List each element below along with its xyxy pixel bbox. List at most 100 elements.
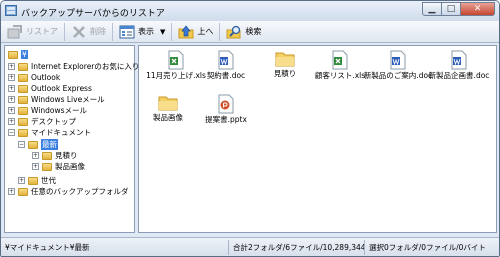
tree-item-estimates[interactable]: + 見積り xyxy=(32,150,78,161)
minimize-button[interactable]: ▁ xyxy=(422,2,442,16)
window-title: バックアップサーバからのリストア xyxy=(21,9,165,19)
tree-item-label: Windowsメール xyxy=(31,106,87,115)
tree-item-label: 見積り xyxy=(55,151,78,160)
close-icon: ✕ xyxy=(473,4,482,14)
tree-item-windows-live-mail[interactable]: + Windows Liveメール xyxy=(8,94,105,105)
search-icon xyxy=(226,25,241,38)
expand-icon[interactable]: + xyxy=(8,188,15,195)
folder-icon xyxy=(18,95,28,104)
file-item[interactable]: 新製品企画書.doc xyxy=(424,50,494,80)
tree-item-label: Outlook xyxy=(31,73,61,82)
excel-file-icon xyxy=(168,50,184,70)
file-name: 見積り xyxy=(273,69,297,78)
restore-label: リストア xyxy=(26,27,58,36)
toolbar-divider xyxy=(112,22,113,41)
tree-item-outlook[interactable]: + Outlook xyxy=(8,72,60,83)
powerpoint-file-icon xyxy=(218,94,234,114)
file-item[interactable]: 提案書.pptx xyxy=(191,94,261,124)
file-item[interactable]: 新製品のご案内.doc xyxy=(363,50,433,80)
tree-item-label: 任意のバックアップフォルダ xyxy=(31,187,129,196)
tree-item-label: ¥ xyxy=(21,50,28,59)
app-icon xyxy=(5,5,17,16)
status-bar: ¥マイドキュメント¥最新 合計2フォルダ/6ファイル/10,289,344バ 選… xyxy=(1,237,499,256)
up-button[interactable]: 上へ xyxy=(175,23,216,41)
tree-item-latest[interactable]: − 最新 xyxy=(18,139,58,150)
delete-button[interactable]: 削除 xyxy=(68,23,109,41)
toolbar-divider xyxy=(219,22,221,41)
tree-item-label: 製品画像 xyxy=(55,162,85,171)
toolbar: リストア 削除 表示 ▼ 上へ 検索 xyxy=(1,21,499,43)
expand-icon[interactable]: + xyxy=(8,96,15,103)
folder-icon xyxy=(28,176,38,185)
tree-item-my-documents[interactable]: − マイドキュメント xyxy=(8,127,91,138)
file-list[interactable]: 11月売り上げ.xls 契約書.doc 見積り 顧客リスト.xls 新製品のご案… xyxy=(138,45,497,233)
view-icon xyxy=(119,25,135,38)
tree-item-outlook-express[interactable]: + Outlook Express xyxy=(8,83,92,94)
view-label: 表示 xyxy=(138,27,154,36)
expand-icon[interactable]: + xyxy=(32,163,39,170)
expand-icon[interactable]: + xyxy=(8,107,15,114)
excel-file-icon xyxy=(332,50,348,70)
expand-icon[interactable]: + xyxy=(8,74,15,81)
toolbar-divider xyxy=(64,22,65,41)
title-bar[interactable]: バックアップサーバからのリストア ▁ □ ✕ xyxy=(1,1,499,21)
toolbar-divider xyxy=(171,22,173,41)
folder-icon xyxy=(28,140,38,149)
folder-icon xyxy=(18,73,28,82)
collapse-icon[interactable]: − xyxy=(18,141,25,148)
maximize-icon: □ xyxy=(446,4,456,14)
status-total: 合計2フォルダ/6ファイル/10,289,344バ xyxy=(229,239,365,255)
folder-icon xyxy=(18,187,28,196)
status-path: ¥マイドキュメント¥最新 xyxy=(1,239,229,255)
expand-icon[interactable]: + xyxy=(18,177,25,184)
expand-icon[interactable]: + xyxy=(8,85,15,92)
tree-item-ie-favorites[interactable]: + Internet Explorerのお気に入り xyxy=(8,61,139,72)
tree-item-root[interactable]: ¥ xyxy=(8,49,28,60)
file-name: 新製品のご案内.doc xyxy=(363,71,433,80)
folder-icon xyxy=(18,62,28,71)
word-file-icon xyxy=(218,50,234,70)
word-file-icon xyxy=(451,50,467,70)
tree-item-windows-mail[interactable]: + Windowsメール xyxy=(8,105,87,116)
search-button[interactable]: 検索 xyxy=(223,23,264,41)
delete-label: 削除 xyxy=(90,27,106,36)
folder-icon xyxy=(18,106,28,115)
file-name: 顧客リスト.xls xyxy=(314,71,366,80)
folder-icon xyxy=(275,52,295,67)
close-button[interactable]: ✕ xyxy=(461,2,495,16)
status-selection: 選択0フォルダ/0ファイル/0バイト xyxy=(369,242,486,252)
folder-tree[interactable]: ¥ + Internet Explorerのお気に入り + Outlook + … xyxy=(4,45,139,233)
tree-item-label: Windows Liveメール xyxy=(31,95,105,104)
tree-item-label: Internet Explorerのお気に入り xyxy=(31,62,140,71)
folder-icon xyxy=(42,151,52,160)
file-name: 契約書.doc xyxy=(206,71,246,80)
expand-icon[interactable]: + xyxy=(8,118,15,125)
tree-item-label: マイドキュメント xyxy=(31,128,91,137)
view-button[interactable]: 表示 ▼ xyxy=(116,23,168,41)
tree-item-desktop[interactable]: + デスクトップ xyxy=(8,116,76,127)
tree-item-generations[interactable]: + 世代 xyxy=(18,175,56,186)
tree-item-label: 世代 xyxy=(41,176,56,185)
collapse-icon[interactable]: − xyxy=(8,129,15,136)
tree-item-label: 最新 xyxy=(41,139,58,150)
search-label: 検索 xyxy=(245,27,262,36)
word-file-icon xyxy=(390,50,406,70)
tree-item-custom-backup[interactable]: + 任意のバックアップフォルダ xyxy=(8,186,129,197)
file-name: 製品画像 xyxy=(153,113,183,122)
expand-icon[interactable]: + xyxy=(32,152,39,159)
folder-icon xyxy=(8,50,18,59)
folder-icon xyxy=(18,128,28,137)
folder-icon xyxy=(158,96,178,111)
tree-item-label: Outlook Express xyxy=(31,84,92,93)
chevron-down-icon: ▼ xyxy=(160,27,166,36)
minimize-icon: ▁ xyxy=(428,4,436,14)
restore-button[interactable]: リストア xyxy=(4,23,61,41)
up-label: 上へ xyxy=(197,27,214,36)
up-folder-icon xyxy=(178,24,194,38)
tree-item-product-images[interactable]: + 製品画像 xyxy=(32,161,85,172)
tree-item-label: デスクトップ xyxy=(31,117,76,126)
maximize-button[interactable]: □ xyxy=(442,2,461,16)
expand-icon[interactable]: + xyxy=(8,63,15,70)
file-name: 提案書.pptx xyxy=(205,115,247,124)
delete-icon xyxy=(73,25,85,38)
